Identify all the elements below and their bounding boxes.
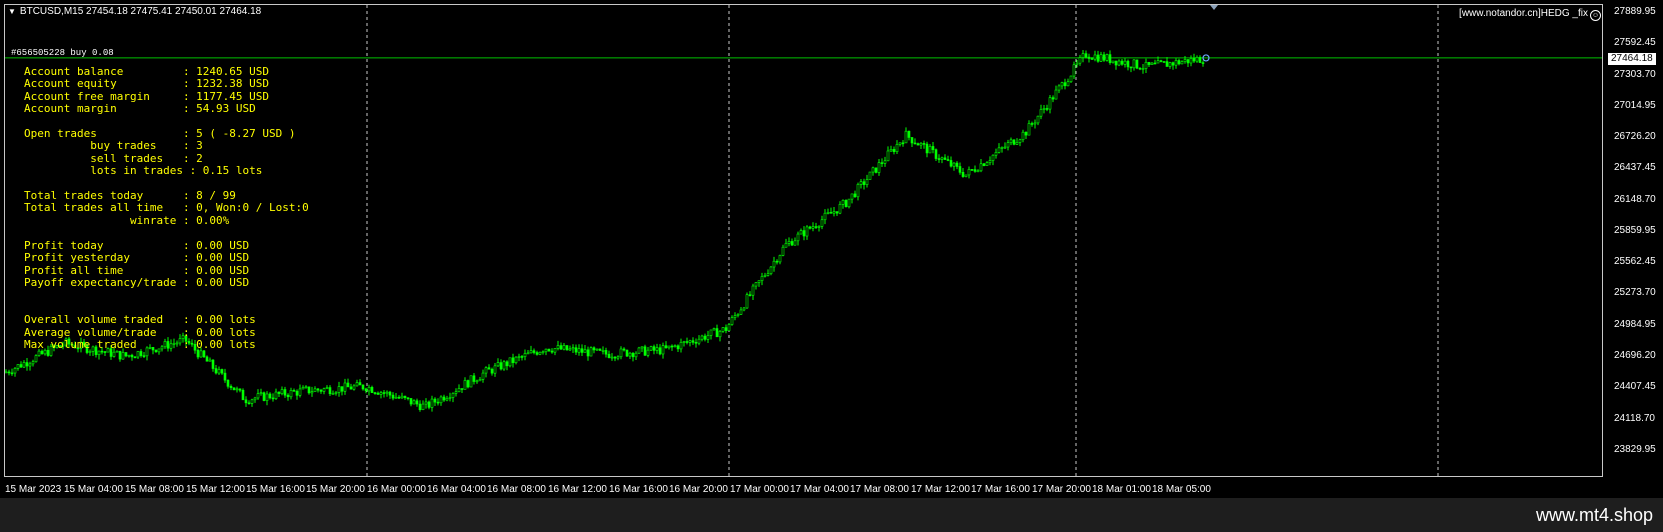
price-axis-label: 23829.95	[1614, 443, 1656, 455]
time-axis-label: 15 Mar 04:00	[64, 484, 123, 495]
stats-line: lots in trades : 0.15 lots	[24, 164, 263, 178]
time-axis-label: 17 Mar 12:00	[911, 484, 970, 495]
symbol-header: ▼ BTCUSD,M15 27454.18 27475.41 27450.01 2…	[8, 6, 261, 17]
ea-label: [www.notandor.cn]HEDG _fix	[1459, 8, 1588, 19]
time-axis-label: 15 Mar 16:00	[246, 484, 305, 495]
stats-line: Profit yesterday : 0.00 USD	[24, 251, 250, 265]
price-axis-label: 25562.45	[1614, 256, 1656, 268]
stats-line: Payoff expectancy/trade : 0.00 USD	[24, 275, 250, 289]
trade-label: #656505228 buy 0.08	[11, 48, 114, 58]
stats-line: Overall volume traded : 0.00 lots	[24, 313, 256, 327]
price-axis-label: 24407.45	[1614, 381, 1656, 393]
time-axis-label: 15 Mar 12:00	[186, 484, 245, 495]
price-axis-label: 27889.95	[1614, 6, 1656, 17]
symbol-quote: BTCUSD,M15 27454.18 27475.41 27450.01 27…	[19, 6, 262, 17]
price-axis-label: 27014.95	[1614, 99, 1656, 111]
time-axis-label: 17 Mar 20:00	[1032, 484, 1091, 495]
price-axis-label: 25859.95	[1614, 224, 1656, 236]
time-axis-label: 16 Mar 08:00	[487, 484, 546, 495]
stats-spacer	[24, 227, 309, 239]
price-axis-label: 27303.70	[1614, 68, 1656, 80]
stats-line: Max volume traded : 0.00 lots	[24, 337, 256, 351]
time-axis-label: 17 Mar 04:00	[790, 484, 849, 495]
time-axis-label: 18 Mar 05:00	[1152, 484, 1211, 495]
time-axis-label: 17 Mar 00:00	[730, 484, 789, 495]
stats-line: Account equity : 1232.38 USD	[24, 77, 270, 91]
time-axis-label: 16 Mar 00:00	[367, 484, 426, 495]
current-price-tag: 27464.18	[1608, 53, 1656, 65]
time-axis-label: 17 Mar 16:00	[971, 484, 1030, 495]
stats-line: winrate : 0.00%	[24, 213, 230, 227]
expert-advisor-name: [www.notandor.cn]HEDG _fix ☺	[1459, 8, 1601, 21]
time-axis-label: 15 Mar 2023	[5, 484, 62, 495]
price-axis-label: 27592.45	[1614, 37, 1656, 49]
time-axis-label: 16 Mar 20:00	[669, 484, 728, 495]
stats-spacer	[24, 289, 309, 301]
price-axis-label: 24118.70	[1614, 412, 1655, 424]
price-axis-label: 26437.45	[1614, 162, 1656, 174]
price-axis-label: 25273.70	[1614, 287, 1656, 299]
stats-line: Account margin : 54.93 USD	[24, 102, 256, 116]
time-axis-label: 16 Mar 12:00	[548, 484, 607, 495]
price-axis-label: 24696.20	[1614, 349, 1656, 361]
price-axis-label: 24984.95	[1614, 318, 1656, 330]
stats-line: buy trades : 3	[24, 139, 203, 153]
time-axis-label: 15 Mar 08:00	[125, 484, 184, 495]
price-axis-label: 26726.20	[1614, 131, 1656, 143]
price-axis-label: 26148.70	[1614, 193, 1656, 205]
time-axis-label: 18 Mar 01:00	[1092, 484, 1151, 495]
time-axis-label: 16 Mar 04:00	[427, 484, 486, 495]
account-stats-panel: Account balance : 1240.65 USD Account equ…	[24, 65, 309, 351]
time-axis-label: 16 Mar 16:00	[609, 484, 668, 495]
chart-area[interactable]: ▼ BTCUSD,M15 27454.18 27475.41 27450.01 2…	[0, 0, 1663, 498]
time-axis-label: 17 Mar 08:00	[850, 484, 909, 495]
stats-line: Total trades all time : 0, Won:0 / Lost:…	[24, 201, 309, 215]
watermark: www.mt4.shop	[1535, 505, 1653, 525]
time-axis-label: 15 Mar 20:00	[306, 484, 365, 495]
smiley-icon[interactable]: ☺	[1590, 10, 1601, 21]
collapse-arrow-icon[interactable]: ▼	[8, 7, 16, 16]
